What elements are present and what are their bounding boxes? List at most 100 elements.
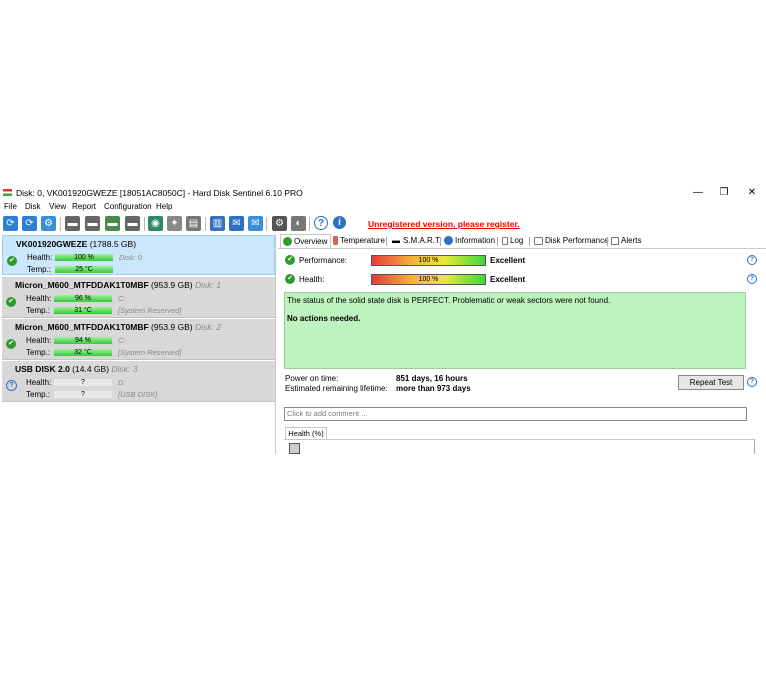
alerts-icon — [611, 237, 619, 245]
disk-name: VK001920GWEZE — [16, 239, 88, 249]
email-icon[interactable]: ✉ — [229, 216, 244, 231]
check-icon: ✔ — [6, 297, 16, 307]
disk-item[interactable]: Micron_M600_MTFDDAK1T0MBF (953.9 GB) Dis… — [2, 319, 275, 360]
tab-separator — [607, 237, 608, 246]
toolbar-separator — [309, 217, 310, 231]
tab-label: Log — [510, 236, 524, 245]
maximize-button[interactable]: ❐ — [710, 186, 738, 200]
tab-label: S.M.A.R.T. — [403, 236, 442, 245]
health-bar: 100 % — [55, 254, 113, 261]
health-label: Health: — [26, 378, 52, 387]
toolbar-separator — [60, 217, 61, 231]
menu-file[interactable]: File — [4, 202, 17, 211]
disk-number: Disk: 3 — [111, 364, 138, 374]
check-icon: ✔ — [7, 256, 17, 266]
disk-name: USB DISK 2.0 — [15, 364, 70, 374]
tab-disk-performance[interactable]: Disk Performance — [534, 236, 609, 248]
web-icon[interactable]: ◉ — [148, 216, 163, 231]
comment-input[interactable]: Click to add comment ... — [284, 407, 747, 421]
alerts-settings-icon[interactable]: ◐ — [291, 216, 306, 231]
status-box: The status of the solid state disk is PE… — [284, 292, 746, 369]
health-label: Health: — [26, 336, 52, 345]
disk-info-icon[interactable]: ▤ — [186, 216, 201, 231]
disk-surface-test-icon[interactable]: ▬ — [85, 216, 100, 231]
tab-alerts[interactable]: Alerts — [611, 236, 641, 248]
info-icon — [444, 236, 453, 245]
health-rating: Excellent — [490, 275, 526, 284]
health-label: Health: — [27, 253, 53, 262]
toolbar: ⟳ ⟳ ⚙ ▬ ▬ ▬ ▬ ◉ ✦ ▤ ▥ ✉ ✉ ⚙ ◐ ? i Unregi… — [0, 214, 766, 234]
tab-smart[interactable]: ▬ S.M.A.R.T. — [392, 236, 441, 248]
check-icon: ✔ — [285, 274, 295, 284]
disk-number: Disk: 1 — [194, 280, 221, 290]
disk-extended-test-icon[interactable]: ▬ — [125, 216, 140, 231]
thermometer-icon — [333, 236, 338, 245]
performance-label: Performance: — [299, 256, 348, 265]
disk-title: USB DISK 2.0 (14.4 GB) Disk: 3 — [15, 364, 137, 374]
tab-label: Alerts — [621, 236, 642, 245]
check-icon: ✔ — [285, 255, 295, 265]
volume-label: [USB DISK] — [118, 390, 158, 399]
temp-label: Temp.: — [26, 390, 51, 399]
scrollbar[interactable] — [754, 439, 755, 454]
tab-information[interactable]: Information — [444, 236, 495, 248]
menu-report[interactable]: Report — [72, 202, 96, 211]
disk-title: VK001920GWEZE (1788.5 GB) — [16, 239, 136, 249]
check-icon: ✔ — [6, 339, 16, 349]
tab-label: Temperature — [340, 236, 385, 245]
title-bar: Disk: 0, VK001920GWEZE [18051AC8050C] - … — [0, 186, 766, 200]
toolbar-separator — [144, 217, 145, 231]
refresh-all-icon[interactable]: ⟳ — [22, 216, 37, 231]
disk-name: Micron_M600_MTFDDAK1T0MBF — [15, 322, 149, 332]
disk-item[interactable]: VK001920GWEZE (1788.5 GB) ✔ Health: 100 … — [2, 235, 275, 275]
temp-bar: 25 °C — [55, 266, 113, 273]
health-bar: 96 % — [54, 295, 112, 302]
toolbar-separator — [205, 217, 206, 231]
power-on-label: Power on time: — [285, 374, 339, 383]
disk-number: Disk: 0 — [119, 253, 142, 262]
tab-separator — [386, 237, 387, 246]
repeat-test-button[interactable]: Repeat Test — [678, 375, 744, 390]
unregistered-link[interactable]: Unregistered version, please register. — [368, 219, 520, 229]
help-icon[interactable]: ? — [747, 255, 757, 265]
power-on-value: 851 days, 16 hours — [396, 374, 468, 383]
refresh-settings-icon[interactable]: ⚙ — [41, 216, 56, 231]
menu-help[interactable]: Help — [156, 202, 172, 211]
refresh-icon[interactable]: ⟳ — [3, 216, 18, 231]
menu-view[interactable]: View — [49, 202, 66, 211]
actions-text: No actions needed. — [287, 314, 361, 323]
info-icon[interactable]: i — [333, 216, 346, 229]
disk-item[interactable]: Micron_M600_MTFDDAK1T0MBF (953.9 GB) Dis… — [2, 277, 275, 318]
health-label: Health: — [26, 294, 52, 303]
temp-label: Temp.: — [27, 265, 52, 274]
disk-test-icon[interactable]: ▬ — [65, 216, 80, 231]
disk-name: Micron_M600_MTFDDAK1T0MBF — [15, 280, 149, 290]
tab-log[interactable]: Log — [502, 236, 523, 248]
tab-overview[interactable]: Overview — [280, 234, 332, 248]
gear-icon[interactable]: ⚙ — [272, 216, 287, 231]
help-icon[interactable]: ? — [314, 216, 328, 230]
help-icon[interactable]: ? — [747, 274, 757, 284]
log-icon — [502, 237, 508, 245]
report-icon[interactable]: ▥ — [210, 216, 225, 231]
disk-short-test-icon[interactable]: ▬ — [105, 216, 120, 231]
disk-title: Micron_M600_MTFDDAK1T0MBF (953.9 GB) Dis… — [15, 322, 221, 332]
tools-icon[interactable]: ✦ — [167, 216, 182, 231]
history-chart-area — [284, 439, 754, 455]
health-bar: 100 % — [371, 274, 486, 285]
menu-bar: File Disk View Report Configuration Help — [0, 201, 766, 213]
close-button[interactable]: ✕ — [738, 186, 766, 200]
minimize-button[interactable]: — — [684, 186, 712, 200]
help-icon[interactable]: ? — [747, 377, 757, 387]
disk-size: (14.4 GB) — [72, 364, 110, 374]
disk-item[interactable]: USB DISK 2.0 (14.4 GB) Disk: 3 ? Health:… — [2, 361, 275, 402]
smart-icon: ▬ — [392, 236, 400, 245]
save-icon[interactable] — [289, 443, 300, 454]
menu-disk[interactable]: Disk — [25, 202, 41, 211]
volume-label: [System Reserved] — [118, 306, 182, 315]
window-title: Disk: 0, VK001920GWEZE [18051AC8050C] - … — [16, 188, 303, 198]
menu-configuration[interactable]: Configuration — [104, 202, 152, 211]
send-report-icon[interactable]: ✉ — [248, 216, 263, 231]
lifetime-label: Estimated remaining lifetime: — [285, 384, 388, 393]
tab-temperature[interactable]: Temperature — [333, 236, 385, 248]
